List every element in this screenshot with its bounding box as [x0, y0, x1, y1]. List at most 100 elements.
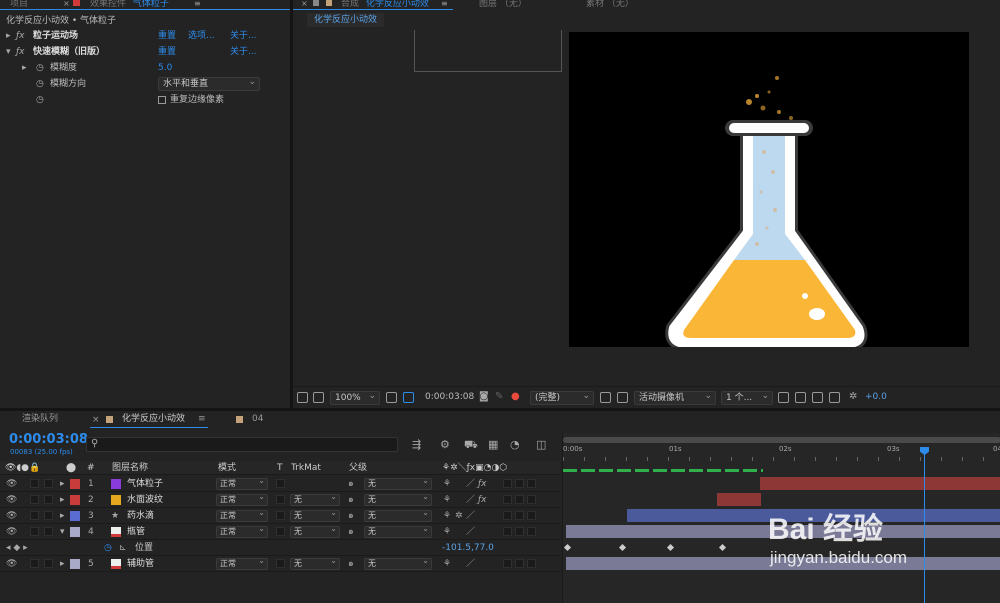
label-color-swatch[interactable]	[70, 495, 80, 505]
layer-row-2[interactable]: 👁 ▸ 2 水面波纹 正常 无 ๑ 无 ⚘ ／ ƒx	[0, 492, 560, 508]
solo-toggle[interactable]	[30, 511, 39, 520]
lock-toggle[interactable]	[44, 527, 53, 536]
effect-row-particle-playground[interactable]: ▸ ƒx 粒子运动场 重置 选项... 关于...	[0, 28, 290, 44]
adjustment-toggle[interactable]	[515, 559, 524, 568]
parent-pickwhip-icon[interactable]: ๑	[348, 476, 354, 492]
channel-icon[interactable]: ●	[511, 391, 520, 402]
eye-icon[interactable]: 👁	[6, 556, 17, 572]
disclosure-triangle-icon[interactable]: ▸	[22, 60, 27, 76]
lock-icon[interactable]	[73, 0, 80, 6]
motion-blur-toggle[interactable]	[503, 559, 512, 568]
layer-row-3[interactable]: 👁 ▸ 3 ★ 药水滴 正常 无 ๑ 无 ⚘ ✲ ／	[0, 508, 560, 524]
tab-render-queue[interactable]: 渲染队列	[22, 415, 58, 424]
disclosure-triangle-icon[interactable]: ▸	[60, 492, 65, 508]
comp-nav-tab[interactable]: 化学反应小动效	[307, 13, 385, 27]
safe-zones-icon[interactable]	[386, 392, 397, 403]
solo-toggle[interactable]	[30, 479, 39, 488]
layer-row-1[interactable]: 👁 ▸ 1 气体粒子 正常 ๑ 无 ⚘ ／ ƒx	[0, 476, 560, 492]
trkmat-dropdown[interactable]: 无	[290, 556, 340, 570]
3d-toggle[interactable]	[527, 559, 536, 568]
preserve-transparency-toggle[interactable]	[276, 479, 285, 488]
adjustment-toggle[interactable]	[515, 511, 524, 520]
close-icon[interactable]: ×	[92, 415, 100, 425]
zoom-dropdown[interactable]: 100%	[330, 390, 380, 405]
stopwatch-icon[interactable]: ◷	[104, 540, 112, 556]
graph-icon[interactable]: ⊾	[119, 540, 127, 556]
parent-pickwhip-icon[interactable]: ๑	[348, 492, 354, 508]
options-link[interactable]: 选项...	[188, 28, 215, 44]
position-value[interactable]: -101.5,77.0	[442, 540, 494, 556]
stopwatch-icon[interactable]: ◷	[36, 76, 44, 92]
panel-menu-icon[interactable]: ≡	[198, 414, 206, 424]
about-link[interactable]: 关于...	[230, 28, 257, 44]
lock-toggle[interactable]	[44, 511, 53, 520]
tab-project[interactable]: 项目	[10, 0, 28, 9]
disclosure-triangle-icon[interactable]: ▸	[60, 556, 65, 572]
frame-blending-icon[interactable]: ▦	[488, 438, 498, 451]
3d-toggle[interactable]	[527, 511, 536, 520]
col-layer-name[interactable]: 图层名称	[112, 461, 148, 475]
monitor-icon[interactable]	[313, 392, 324, 403]
mode-dropdown[interactable]: 正常	[216, 492, 268, 506]
quality-switch-icon[interactable]: ／	[466, 524, 475, 540]
motion-blur-toggle[interactable]	[503, 495, 512, 504]
lock-icon[interactable]	[313, 0, 319, 6]
disclosure-triangle-icon[interactable]: ▸	[60, 508, 65, 524]
parent-dropdown[interactable]: 无	[364, 492, 432, 506]
about-link[interactable]: 关于...	[230, 44, 257, 60]
label-color-swatch[interactable]	[70, 479, 80, 489]
blurriness-value[interactable]: 5.0	[158, 60, 172, 76]
parent-pickwhip-icon[interactable]: ๑	[348, 524, 354, 540]
comp-canvas[interactable]	[569, 32, 969, 351]
motion-blur-icon[interactable]: ◔	[510, 438, 520, 451]
fx-switch-icon[interactable]: ƒx	[478, 476, 487, 492]
quality-switch-icon[interactable]: ／	[466, 508, 475, 524]
stopwatch-icon[interactable]: ◷	[36, 60, 44, 76]
preserve-transparency-toggle[interactable]	[276, 527, 285, 536]
tab-effect-controls[interactable]: 效果控件 气体粒子	[90, 0, 169, 9]
solo-toggle[interactable]	[30, 495, 39, 504]
layer-name[interactable]: 辅助管	[127, 556, 154, 572]
camera-dropdown[interactable]: 活动摄像机	[634, 390, 716, 405]
resolution-dropdown[interactable]: (完整)	[530, 390, 594, 405]
quality-switch-icon[interactable]: ／	[466, 476, 475, 492]
shy-switch-icon[interactable]: ⚘	[443, 476, 451, 492]
quality-switch-icon[interactable]: ／	[466, 556, 475, 572]
disclosure-triangle-icon[interactable]: ▾	[6, 44, 11, 60]
parent-pickwhip-icon[interactable]: ๑	[348, 556, 354, 572]
trkmat-dropdown[interactable]: 无	[290, 508, 340, 522]
motion-blur-toggle[interactable]	[503, 511, 512, 520]
draft-3d-icon[interactable]: ⚙	[440, 438, 450, 451]
mask-visibility-icon[interactable]	[403, 392, 414, 403]
trkmat-dropdown[interactable]: 无	[290, 492, 340, 506]
flowchart-icon[interactable]	[829, 392, 840, 403]
preserve-transparency-toggle[interactable]	[276, 559, 285, 568]
eye-icon[interactable]: 👁	[6, 476, 17, 492]
label-color-swatch[interactable]	[70, 511, 80, 521]
label-color-swatch[interactable]	[70, 527, 80, 537]
tab-timeline-comp-2[interactable]: 04	[252, 415, 263, 424]
layer-bar-2[interactable]	[717, 493, 761, 506]
solo-toggle[interactable]	[30, 527, 39, 536]
current-time-display[interactable]: 0:00:03:08	[9, 432, 88, 447]
motion-blur-toggle[interactable]	[503, 527, 512, 536]
graph-editor-icon[interactable]: ◫	[536, 438, 546, 451]
close-icon[interactable]: ×	[301, 0, 308, 8]
adjustment-toggle[interactable]	[515, 495, 524, 504]
shy-switch-icon[interactable]: ⚘	[443, 492, 451, 508]
tab-composition[interactable]: 合成 化学反应小动效	[341, 0, 429, 9]
lock-toggle[interactable]	[44, 479, 53, 488]
lock-toggle[interactable]	[44, 559, 53, 568]
timeline-icon[interactable]	[812, 392, 823, 403]
layer-name[interactable]: 药水滴	[127, 508, 154, 524]
tab-layer[interactable]: 图层 （无）	[479, 0, 527, 9]
disclosure-triangle-icon[interactable]: ▸	[6, 28, 11, 44]
adjustment-toggle[interactable]	[515, 479, 524, 488]
shy-switch-icon[interactable]: ⚘	[443, 524, 451, 540]
toggle-pixel-aspect-icon[interactable]	[778, 392, 789, 403]
show-snapshot-icon[interactable]: ✎	[495, 391, 503, 402]
parent-dropdown[interactable]: 无	[364, 476, 432, 490]
preserve-transparency-toggle[interactable]	[276, 495, 285, 504]
always-preview-icon[interactable]	[297, 392, 308, 403]
camera-snapshot-icon[interactable]: ◙	[479, 391, 489, 402]
